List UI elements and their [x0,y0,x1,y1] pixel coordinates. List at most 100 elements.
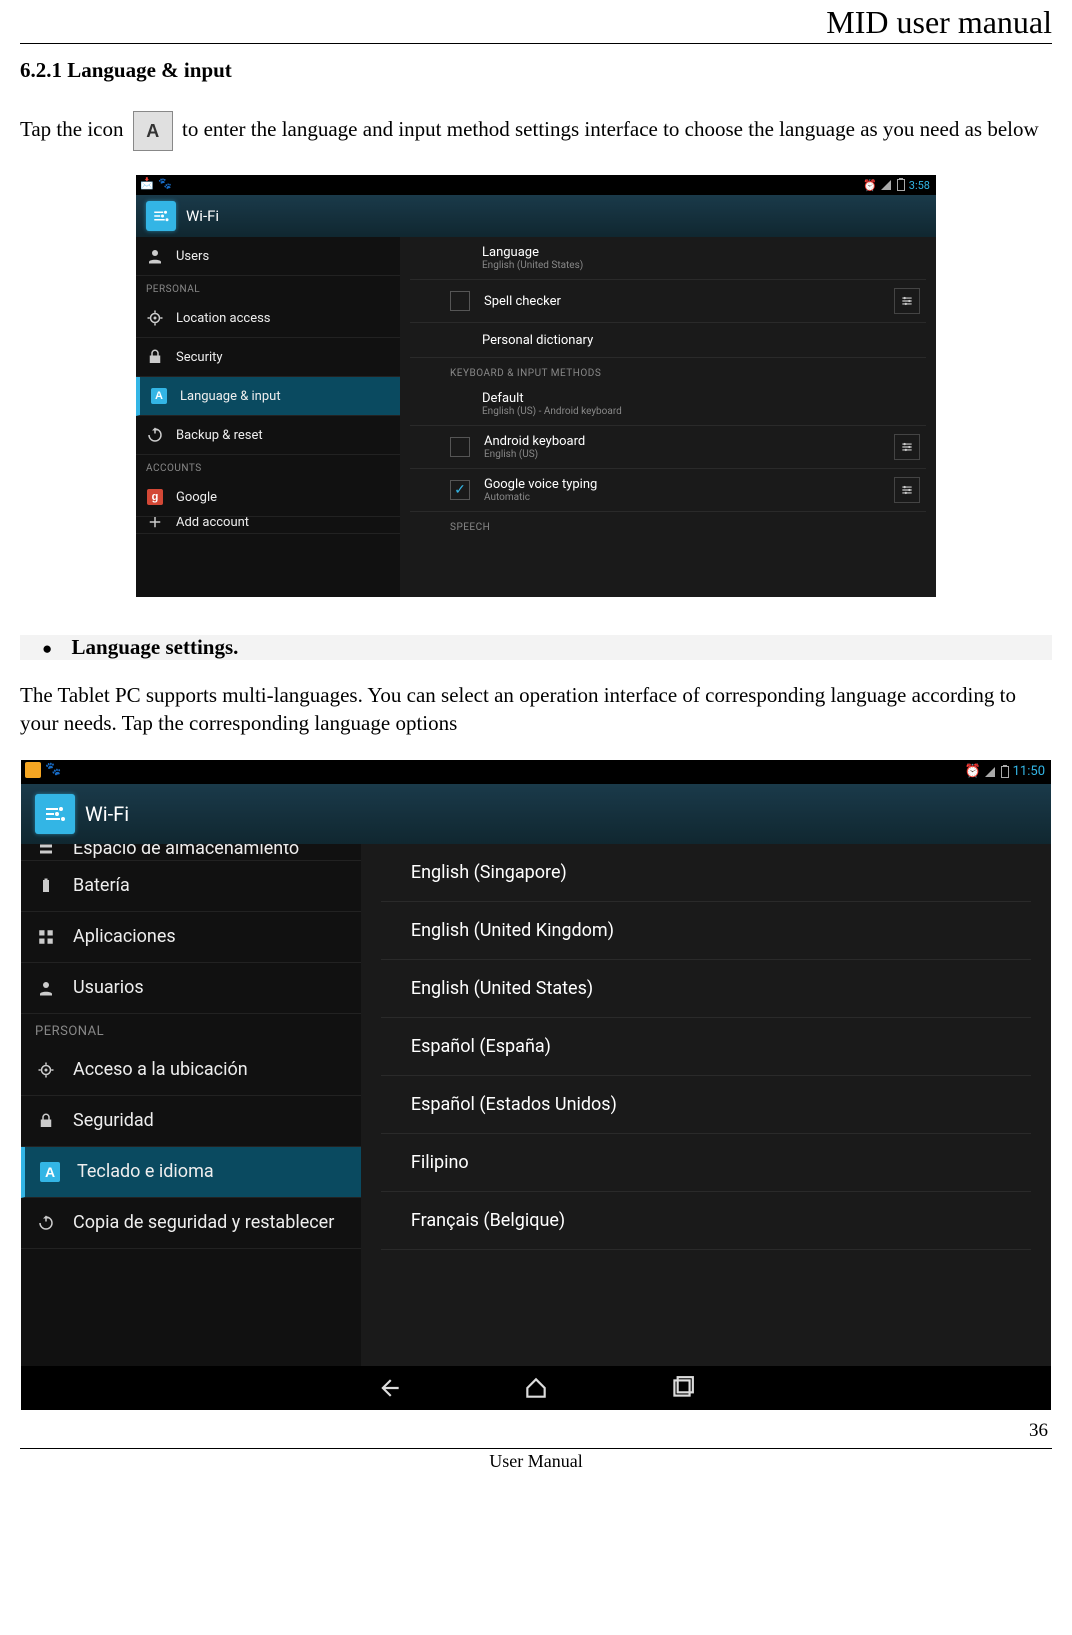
wifi-header[interactable]: Wi-Fi [136,195,936,237]
setting-title: Language [482,245,926,260]
wifi-header-title: Wi-Fi [186,207,219,225]
backup-icon [146,426,164,444]
language-label: English (Singapore) [411,862,567,883]
sidebar-item-label: Aplicaciones [73,926,176,947]
location-icon [146,309,164,327]
status-bar: 🐾 ⏰ 11:50 [21,760,1051,784]
users-icon [146,247,164,265]
language-label: Français (Belgique) [411,1210,565,1231]
sidebar-item-lock[interactable]: Seguridad [21,1096,361,1147]
sidebar-item-add[interactable]: Add account [136,517,400,534]
android-nav-bar [21,1366,1051,1410]
google-icon: g [146,488,164,506]
section-heading: 6.2.1 Language & input [20,58,1052,83]
language-option[interactable]: English (Singapore) [381,844,1031,902]
lang-icon: A [150,387,168,405]
setting-row[interactable]: Android keyboardEnglish (US) [410,426,926,469]
settings-sliders-icon[interactable] [894,477,920,503]
language-option[interactable]: Español (Estados Unidos) [381,1076,1031,1134]
sidebar-item-label: Teclado e idioma [77,1161,214,1182]
sidebar-item-label: Add account [176,517,249,530]
settings-sidebar: UsersPERSONALLocation access Security A Lan… [136,237,400,597]
setting-subtitle: English (US) [484,449,894,460]
sidebar-item-label: Acceso a la ubicación [73,1059,248,1080]
setting-texts: DefaultEnglish (US) - Android keyboard [482,391,926,417]
sidebar-item-lock[interactable]: Security [136,338,400,377]
bullet-heading-text: Language settings. [72,635,239,659]
wifi-header-title: Wi-Fi [85,802,129,826]
setting-subtitle: Automatic [484,492,894,503]
sidebar-item-lang[interactable]: A Language & input [136,377,400,416]
language-label: Español (Estados Unidos) [411,1094,617,1115]
sidebar-item-label: Seguridad [73,1110,154,1131]
language-label: English (United States) [411,978,593,999]
nav-recent-button[interactable] [669,1375,695,1401]
language-option[interactable]: English (United Kingdom) [381,902,1031,960]
sidebar-item-label: Security [176,350,223,365]
sidebar-item-lang[interactable]: A Teclado e idioma [21,1147,361,1198]
alarm-icon: ⏰ [863,179,877,192]
language-option[interactable]: Español (España) [381,1018,1031,1076]
language-option[interactable]: Filipino [381,1134,1031,1192]
sidebar-item-location[interactable]: Location access [136,299,400,338]
language-option[interactable]: Français (Belgique) [381,1192,1031,1250]
setting-row[interactable]: Personal dictionary [410,323,926,358]
nav-back-button[interactable] [377,1375,403,1401]
body-paragraph: The Tablet PC supports multi-languages. … [20,681,1052,738]
status-bar: 📩 🐾 ⏰ 3:58 [136,175,936,195]
spacer [450,331,468,349]
language-option[interactable]: English (United States) [381,960,1031,1018]
setting-row[interactable]: Spell checker [410,280,926,323]
setting-texts: LanguageEnglish (United States) [482,245,926,271]
language-input-icon: A [133,111,173,151]
nav-home-button[interactable] [523,1375,549,1401]
backup-icon [35,1212,57,1234]
sidebar-category: PERSONAL [136,276,400,299]
intro-paragraph: Tap the icon A to enter the language and… [20,111,1052,151]
users-icon [35,977,57,999]
notification-icon: 🐾 [158,177,172,191]
footer-rule [20,1448,1052,1449]
page-number: 36 [20,1420,1052,1442]
status-time: 3:58 [909,179,930,192]
sidebar-item-label: Copia de seguridad y restablecer [73,1212,334,1233]
checkbox-icon[interactable] [450,437,470,457]
wifi-header[interactable]: Wi-Fi [21,784,1051,844]
sidebar-item-label: Espacio de almacenamiento [73,844,299,860]
sidebar-item-label: Google [176,490,217,505]
sidebar-item-apps[interactable]: Aplicaciones [21,912,361,963]
sidebar-item-storage[interactable]: Espacio de almacenamiento [21,844,361,861]
setting-title: Google voice typing [484,477,894,492]
checkbox-icon[interactable] [450,291,470,311]
setting-row[interactable]: LanguageEnglish (United States) [410,237,926,280]
checkbox-icon[interactable]: ✓ [450,480,470,500]
sidebar-category: PERSONAL [21,1014,361,1045]
spacer [450,395,468,413]
settings-sliders-icon[interactable] [894,288,920,314]
status-time: 11:50 [1013,764,1045,779]
add-icon [146,517,164,531]
lang-icon: A [39,1161,61,1183]
settings-sliders-icon[interactable] [894,434,920,460]
sidebar-item-backup[interactable]: Copia de seguridad y restablecer [21,1198,361,1249]
page-header: MID user manual [20,4,1052,41]
settings-sliders-icon [35,794,75,834]
setting-subtitle: English (United States) [482,260,926,271]
wifi-signal-icon [881,180,891,190]
main-category: KEYBOARD & INPUT METHODS [410,358,926,383]
setting-row[interactable]: DefaultEnglish (US) - Android keyboard [410,383,926,426]
settings-main-panel: LanguageEnglish (United States) Spell che… [400,237,936,597]
sidebar-item-label: Usuarios [73,977,144,998]
setting-row[interactable]: ✓ Google voice typingAutomatic [410,469,926,512]
sidebar-item-backup[interactable]: Backup & reset [136,416,400,455]
sidebar-item-users[interactable]: Users [136,237,400,276]
intro-prefix: Tap the icon [20,117,124,141]
lock-icon [146,348,164,366]
sidebar-item-label: Backup & reset [176,428,263,443]
sidebar-item-label: Language & input [180,389,281,404]
sidebar-item-users[interactable]: Usuarios [21,963,361,1014]
sidebar-item-location[interactable]: Acceso a la ubicación [21,1045,361,1096]
sidebar-item-battery[interactable]: Batería [21,861,361,912]
sidebar-item-google[interactable]: g Google [136,478,400,517]
location-icon [35,1059,57,1081]
